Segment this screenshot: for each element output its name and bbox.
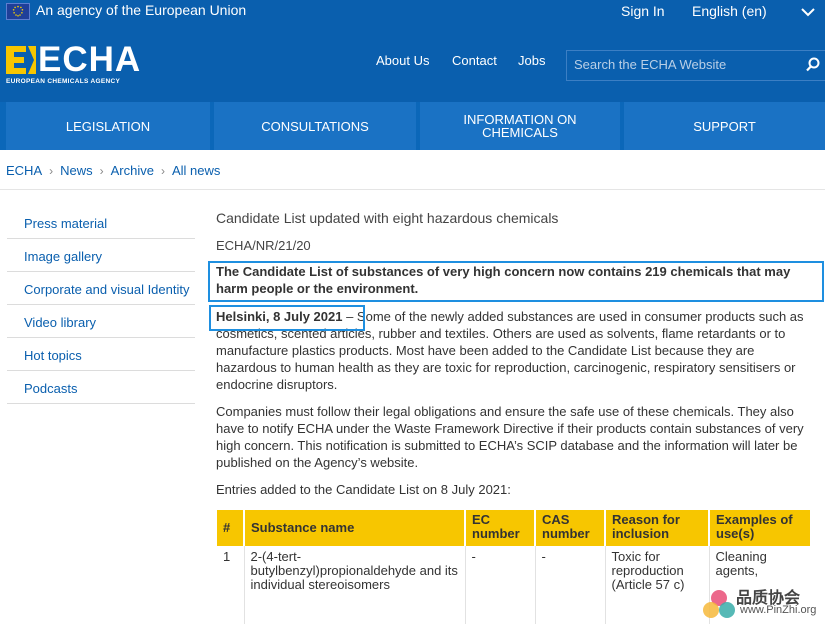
logo-word: ECHA [38, 40, 142, 79]
column-header: # [217, 510, 245, 546]
column-header: CAS number [535, 510, 606, 546]
column-header: EC number [465, 510, 536, 546]
table-cell: - [465, 546, 536, 624]
table-cell: 1 [217, 546, 245, 624]
logo-subtitle: EUROPEAN CHEMICALS AGENCY [6, 78, 121, 85]
sidebar-item-video-library[interactable]: Video library [7, 305, 195, 338]
language-selector[interactable]: English (en) [692, 3, 767, 19]
top-bar: An agency of the European Union Sign In … [0, 0, 825, 22]
eu-flag-icon [6, 3, 30, 20]
sidebar: Press material Image gallery Corporate a… [7, 210, 195, 404]
nav-information-on-chemicals[interactable]: INFORMATION ON CHEMICALS [420, 102, 620, 150]
sign-in-link[interactable]: Sign In [621, 3, 665, 19]
site-search [566, 50, 825, 81]
breadcrumb-echa[interactable]: ECHA [6, 163, 42, 178]
site-header: ECHA EUROPEAN CHEMICALS AGENCY About Us … [0, 22, 825, 104]
main-navigation: LEGISLATION CONSULTATIONS INFORMATION ON… [0, 102, 825, 150]
lead-highlight-box [208, 261, 824, 302]
column-header: Reason for inclusion [605, 510, 710, 546]
breadcrumb-separator-icon: › [49, 164, 54, 178]
nav-about-us[interactable]: About Us [376, 53, 429, 68]
nav-support[interactable]: SUPPORT [624, 102, 825, 150]
column-header: Examples of use(s) [709, 510, 810, 546]
nav-consultations[interactable]: CONSULTATIONS [214, 102, 416, 150]
table-cell: 2-(4-tert-butylbenzyl)propionaldehyde an… [244, 546, 466, 624]
divider [0, 189, 825, 190]
breadcrumb-news[interactable]: News [60, 163, 93, 178]
breadcrumb-all-news[interactable]: All news [172, 163, 220, 178]
sidebar-item-corporate-identity[interactable]: Corporate and visual Identity [7, 272, 195, 305]
table-header-row: # Substance name EC number CAS number Re… [217, 510, 810, 546]
article-title: Candidate List updated with eight hazard… [216, 210, 559, 226]
sidebar-item-podcasts[interactable]: Podcasts [7, 371, 195, 404]
press-release-ref: ECHA/NR/21/20 [216, 238, 311, 253]
watermark-flower-icon [703, 590, 735, 618]
sidebar-item-image-gallery[interactable]: Image gallery [7, 239, 195, 272]
sidebar-item-press-material[interactable]: Press material [7, 210, 195, 239]
echa-logo-mark-icon [6, 46, 36, 74]
breadcrumb-separator-icon: › [161, 164, 165, 178]
chevron-down-icon[interactable] [800, 5, 816, 17]
watermark-logo: 品质协会 www.PinZhi.org [700, 584, 824, 624]
table-cell: - [535, 546, 606, 624]
paragraph: Companies must follow their legal obliga… [216, 404, 804, 470]
nav-jobs[interactable]: Jobs [518, 53, 545, 68]
sidebar-item-hot-topics[interactable]: Hot topics [7, 338, 195, 371]
search-icon[interactable] [805, 57, 821, 73]
table-cell: Toxic for reproduction (Article 57 c) [605, 546, 710, 624]
column-header: Substance name [244, 510, 466, 546]
nav-legislation[interactable]: LEGISLATION [6, 102, 210, 150]
search-input[interactable] [567, 51, 794, 78]
agency-label: An agency of the European Union [36, 2, 247, 18]
watermark-url: www.PinZhi.org [740, 604, 817, 616]
dateline-highlight-box [209, 305, 365, 331]
entries-intro: Entries added to the Candidate List on 8… [216, 482, 511, 497]
breadcrumb: ECHA › News › Archive › All news [6, 163, 220, 178]
nav-contact[interactable]: Contact [452, 53, 497, 68]
breadcrumb-separator-icon: › [99, 164, 104, 178]
article: Candidate List updated with eight hazard… [216, 210, 818, 508]
breadcrumb-archive[interactable]: Archive [111, 163, 154, 178]
